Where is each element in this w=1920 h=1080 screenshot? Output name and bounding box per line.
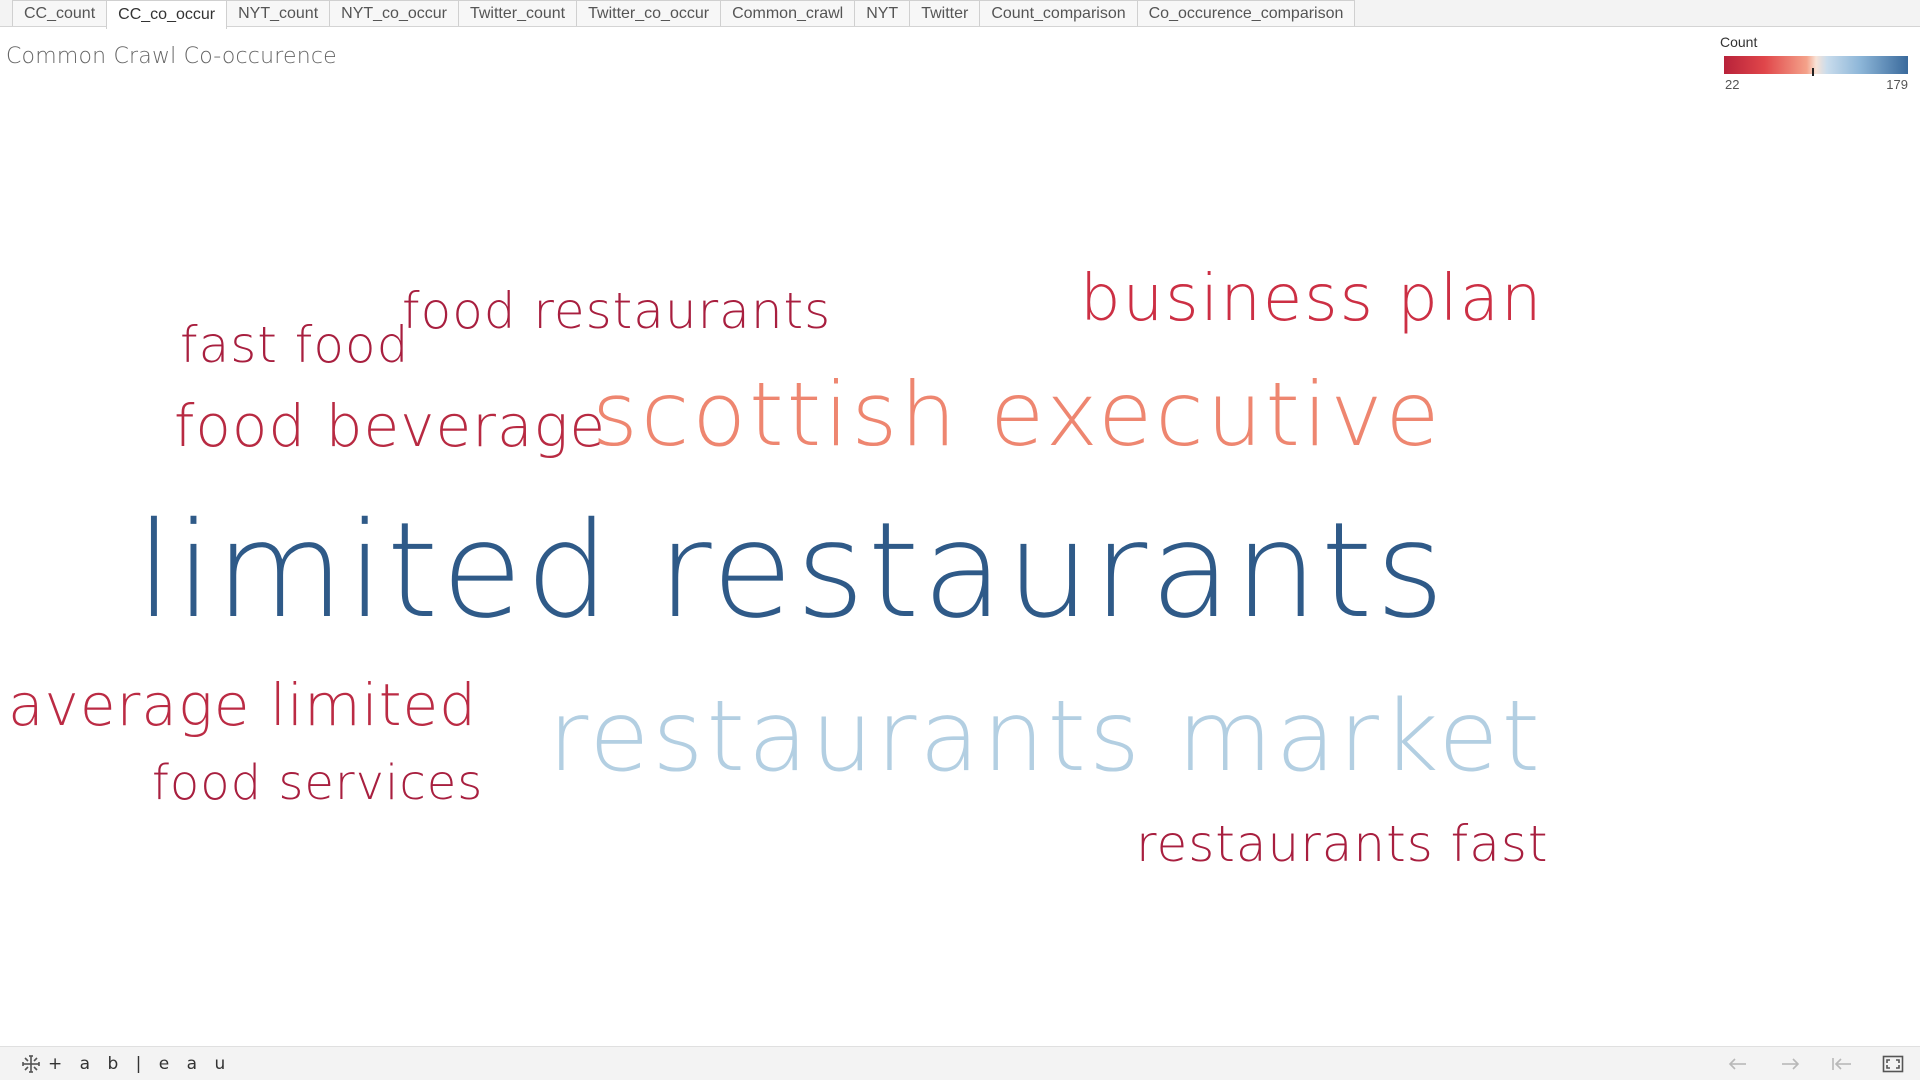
tab-twitter-count[interactable]: Twitter_count: [457, 0, 578, 26]
tab-common-crawl[interactable]: Common_crawl: [720, 0, 856, 26]
tab-cc-co-occur[interactable]: CC_co_occur: [106, 0, 228, 29]
tab-nyt-co-occur[interactable]: NYT_co_occur: [329, 0, 459, 26]
word-food-beverage[interactable]: food beverage: [174, 397, 606, 455]
legend-max-label: 179: [1886, 77, 1908, 92]
tab-twitter-co-occur[interactable]: Twitter_co_occur: [576, 0, 722, 26]
tableau-viewer: CC_count CC_co_occur NYT_count NYT_co_oc…: [0, 0, 1920, 1080]
legend-gradient-bar: [1724, 56, 1908, 76]
revert-icon[interactable]: [1829, 1053, 1855, 1075]
legend-title: Count: [1720, 34, 1758, 50]
tab-count-comparison[interactable]: Count_comparison: [979, 0, 1138, 26]
word-average-limited[interactable]: average limited: [8, 676, 477, 734]
color-legend[interactable]: Count 22 179: [1718, 34, 1908, 92]
word-food-services[interactable]: food services: [152, 759, 483, 807]
tab-cc-count[interactable]: CC_count: [12, 0, 108, 26]
tab-nyt-count[interactable]: NYT_count: [226, 0, 331, 26]
fullscreen-icon[interactable]: [1880, 1053, 1906, 1075]
legend-min-label: 22: [1725, 77, 1740, 92]
tab-twitter[interactable]: Twitter: [909, 0, 981, 26]
sheet-tab-strip: CC_count CC_co_occur NYT_count NYT_co_oc…: [0, 0, 1920, 29]
word-fast-food[interactable]: fast food: [180, 320, 409, 370]
tableau-brand[interactable]: + a b | e a u: [20, 1053, 231, 1075]
word-scottish-executive[interactable]: scottish executive: [592, 371, 1443, 459]
word-food-restaurants[interactable]: food restaurants: [402, 286, 831, 336]
tableau-wordmark: + a b | e a u: [48, 1054, 232, 1074]
word-limited-restaurants[interactable]: limited restaurants: [136, 505, 1447, 637]
tableau-logo-icon: [22, 1055, 40, 1073]
word-restaurants-market[interactable]: restaurants market: [548, 688, 1543, 786]
undo-icon[interactable]: [1725, 1053, 1751, 1075]
legend-range-labels: 22 179: [1718, 74, 1908, 92]
tab-nyt[interactable]: NYT: [854, 0, 911, 26]
word-restaurants-fast[interactable]: restaurants fast: [1136, 819, 1549, 869]
viewer-toolbar: + a b | e a u: [0, 1046, 1920, 1080]
word-business-plan[interactable]: business plan: [1080, 267, 1543, 331]
tab-co-occurence-comparison[interactable]: Co_occurence_comparison: [1136, 0, 1356, 26]
redo-icon[interactable]: [1777, 1053, 1803, 1075]
sheet-title: Common Crawl Co-occurence: [6, 44, 337, 69]
